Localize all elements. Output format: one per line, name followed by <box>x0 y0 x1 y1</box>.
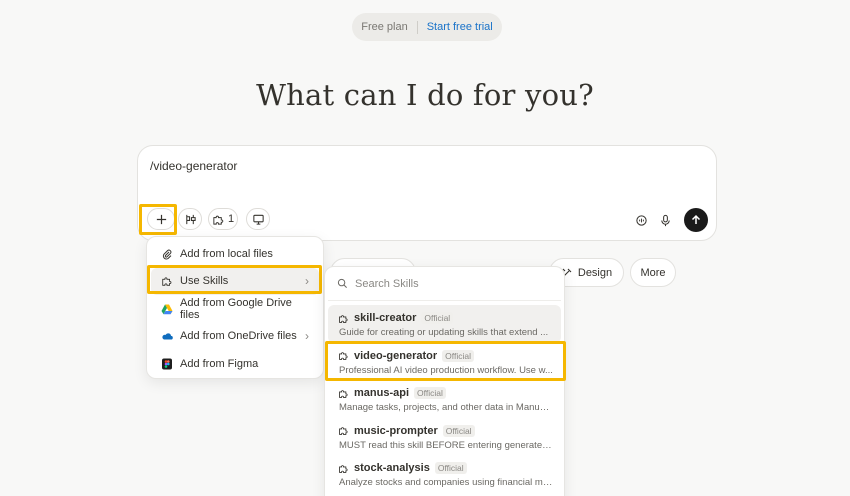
prompt-composer[interactable]: /video-generator 1 <box>137 145 717 241</box>
skills-search-placeholder: Search Skills <box>355 277 419 290</box>
start-trial-link[interactable]: Start free trial <box>427 21 493 33</box>
skill-name: manus-api <box>354 387 410 399</box>
skill-item-skill-creator[interactable]: skill-creator Official Guide for creatin… <box>328 305 561 343</box>
skill-item-video-generator[interactable]: video-generator Official Professional AI… <box>328 343 561 381</box>
official-badge: Official <box>421 312 454 324</box>
skill-name: stock-analysis <box>354 462 430 474</box>
connector-icon <box>185 214 196 224</box>
skill-description: Analyze stocks and companies using finan… <box>339 477 553 488</box>
menu-item-label: Add from OneDrive files <box>180 330 297 343</box>
puzzle-icon <box>339 427 348 435</box>
computer-button[interactable] <box>246 208 270 230</box>
puzzle-icon <box>161 275 173 287</box>
official-badge: Official <box>442 424 475 437</box>
skill-description: Professional AI video production workflo… <box>339 364 553 376</box>
voice-chat-icon <box>635 214 647 226</box>
microphone-icon <box>660 214 670 226</box>
skills-count: 1 <box>227 213 235 225</box>
attach-menu: Add from local files Use Skills › Add fr… <box>146 236 324 379</box>
plus-icon <box>156 214 166 224</box>
connectors-button[interactable] <box>178 208 202 230</box>
chevron-right-icon: › <box>305 274 309 289</box>
official-badge: Official <box>434 462 467 474</box>
menu-item-label: Add from Google Drive files <box>180 296 292 321</box>
menu-item-label: Use Skills <box>180 275 229 288</box>
chevron-right-icon: › <box>305 329 309 344</box>
skill-description: Guide for creating or updating skills th… <box>339 327 549 338</box>
menu-item-figma[interactable]: Add from Figma <box>151 350 319 378</box>
menu-item-use-skills[interactable]: Use Skills › <box>151 267 319 295</box>
chip-label: Design <box>577 266 613 279</box>
puzzle-icon <box>339 389 348 398</box>
menu-item-onedrive[interactable]: Add from OneDrive files › <box>151 323 319 351</box>
menu-item-label: Add from local files <box>180 247 273 260</box>
skill-name: video-generator <box>354 349 438 362</box>
puzzle-icon <box>339 352 348 360</box>
prompt-input[interactable]: /video-generator <box>150 159 237 173</box>
monitor-icon <box>252 214 264 225</box>
skills-menu: Search Skills skill-creator Official Gui… <box>324 266 565 496</box>
puzzle-icon <box>339 464 348 473</box>
skills-search[interactable]: Search Skills <box>328 267 561 301</box>
puzzle-icon <box>339 314 348 323</box>
chip-label: More <box>640 266 666 279</box>
plan-pill: Free plan Start free trial <box>352 13 502 41</box>
plan-label: Free plan <box>361 21 408 33</box>
send-button[interactable] <box>684 208 708 232</box>
official-badge: Official <box>414 387 446 399</box>
microphone-button[interactable] <box>654 209 676 231</box>
add-button[interactable] <box>147 208 175 230</box>
plan-divider <box>416 20 418 34</box>
skill-item-music-prompter[interactable]: music-prompter Official MUST read this s… <box>328 418 561 456</box>
google-drive-icon <box>161 303 173 315</box>
figma-icon <box>161 358 173 370</box>
skill-name: skill-creator <box>354 312 417 324</box>
onedrive-icon <box>161 330 173 342</box>
menu-item-local-files[interactable]: Add from local files <box>151 240 319 268</box>
menu-item-google-drive[interactable]: Add from Google Drive files <box>151 295 319 323</box>
search-icon <box>337 278 347 288</box>
page-title: What can I do for you? <box>256 78 594 112</box>
arrow-up-icon <box>691 214 701 224</box>
skills-button[interactable]: 1 <box>208 208 238 230</box>
skill-item-stock-analysis[interactable]: stock-analysis Official Analyze stocks a… <box>328 455 561 493</box>
skill-item-manus-api[interactable]: manus-api Official Manage tasks, project… <box>328 380 561 418</box>
chip-more[interactable]: More <box>630 258 676 287</box>
puzzle-icon <box>213 215 224 225</box>
paperclip-icon <box>161 248 173 260</box>
official-badge: Official <box>442 349 474 362</box>
skill-description: Manage tasks, projects, and other data i… <box>339 402 553 413</box>
skill-name: music-prompter <box>354 424 438 437</box>
skill-description: MUST read this skill BEFORE entering gen… <box>339 439 553 451</box>
voice-chat-button[interactable] <box>630 209 652 231</box>
menu-item-label: Add from Figma <box>180 357 259 370</box>
